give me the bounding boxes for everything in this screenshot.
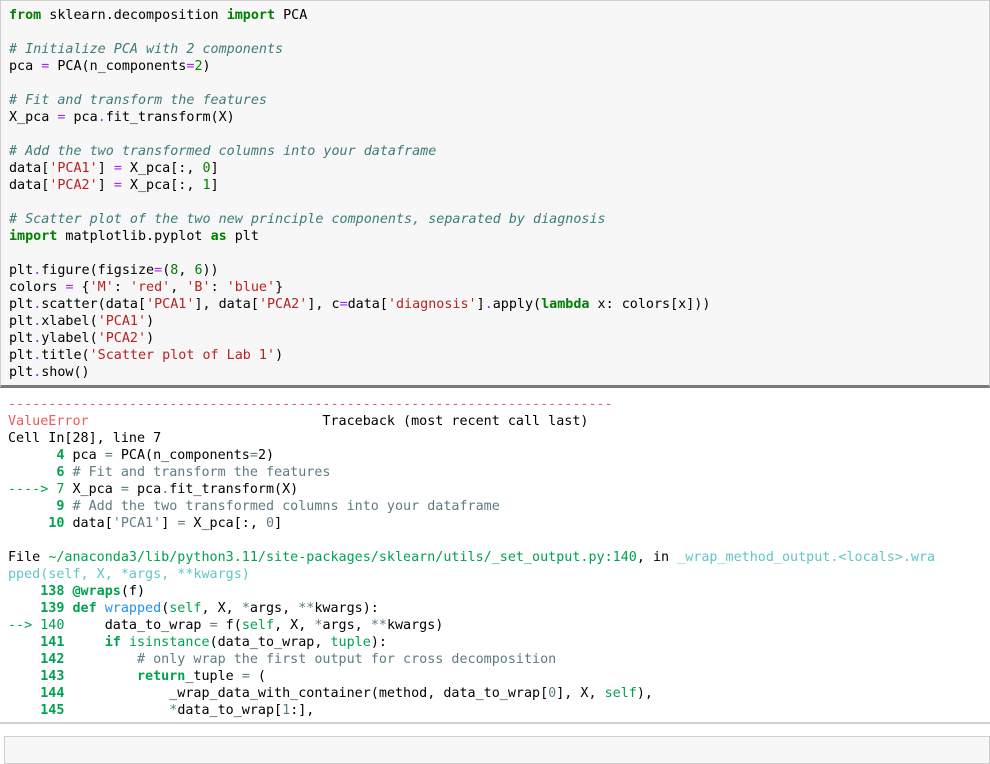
tb-line [8,532,935,549]
tb-line: 6 # Fit and transform the features [56,465,331,480]
code-line: plt.xlabel('PCA1') [9,314,155,329]
file-line: File ~/anaconda3/lib/python3.11/site-pac… [8,550,936,565]
file-line-cont: pped(self, X, *args, **kwargs) [8,567,250,582]
code-line: # Fit and transform the features [9,93,267,108]
code-line: # Add the two transformed columns into y… [9,144,437,159]
code-line: # Scatter plot of the two new principle … [9,212,606,227]
code-line: pca = PCA(n_components=2) [9,59,211,74]
tb-line: --> 140 data_to_wrap = f(self, X, *args,… [8,618,444,633]
code-line: plt.title('Scatter plot of Lab 1') [9,348,284,363]
code-line: data['PCA1'] = X_pca[:, 0] [9,161,219,176]
tb-line: 142 # only wrap the first output for cro… [40,652,557,667]
code-line: plt.figure(figsize=(8, 6)) [9,263,219,278]
cell-ref-text: Cell In[28], line 7 [8,431,162,446]
code-line: import matplotlib.pyplot as plt [9,229,259,244]
code-line: # Initialize PCA with 2 components [9,42,284,57]
tb-line: 141 if isinstance(data_to_wrap, tuple): [40,635,387,650]
code-line: data['PCA2'] = X_pca[:, 1] [9,178,219,193]
tb-line: 10 data['PCA1'] = X_pca[:, 0] [48,516,283,531]
code-line: from sklearn.decomposition import PCA [9,8,308,23]
code-cell[interactable]: from sklearn.decomposition import PCA # … [0,0,990,388]
tb-line: 145 *data_to_wrap[1:], [40,703,315,718]
code-editor[interactable]: from sklearn.decomposition import PCA # … [9,7,710,381]
code-line: plt.show() [9,365,90,380]
traceback: ----------------------------------------… [8,396,935,719]
output-scroll-divider [0,722,990,724]
tb-line: ----> 7 X_pca = pca.fit_transform(X) [8,482,299,497]
tb-line: 138 @wraps(f) [40,584,146,599]
tb-line: 4 pca = PCA(n_components=2) [56,448,275,463]
cell-reference: Cell In[28], line 7 [8,430,935,447]
code-line: plt.scatter(data['PCA1'], data['PCA2'], … [9,297,711,312]
code-line: colors = {'M': 'red', 'B': 'blue'} [9,280,284,295]
tb-line: 139 def wrapped(self, X, *args, **kwargs… [40,601,379,616]
error-header: ValueError Traceback (most recent call l… [8,413,935,430]
tb-line: 143 return_tuple = ( [40,669,266,684]
code-line: X_pca = pca.fit_transform(X) [9,110,235,125]
tb-line: 9 # Add the two transformed columns into… [56,499,500,514]
empty-code-cell[interactable] [4,736,990,764]
code-line: plt.ylabel('PCA2') [9,331,155,346]
separator-line: ----------------------------------------… [8,397,613,412]
tb-line: 144 _wrap_data_with_container(method, da… [40,686,653,701]
output-area[interactable]: ----------------------------------------… [0,392,990,724]
traceback-header: Traceback (most recent call last) [322,414,589,429]
error-name: ValueError [8,414,89,429]
